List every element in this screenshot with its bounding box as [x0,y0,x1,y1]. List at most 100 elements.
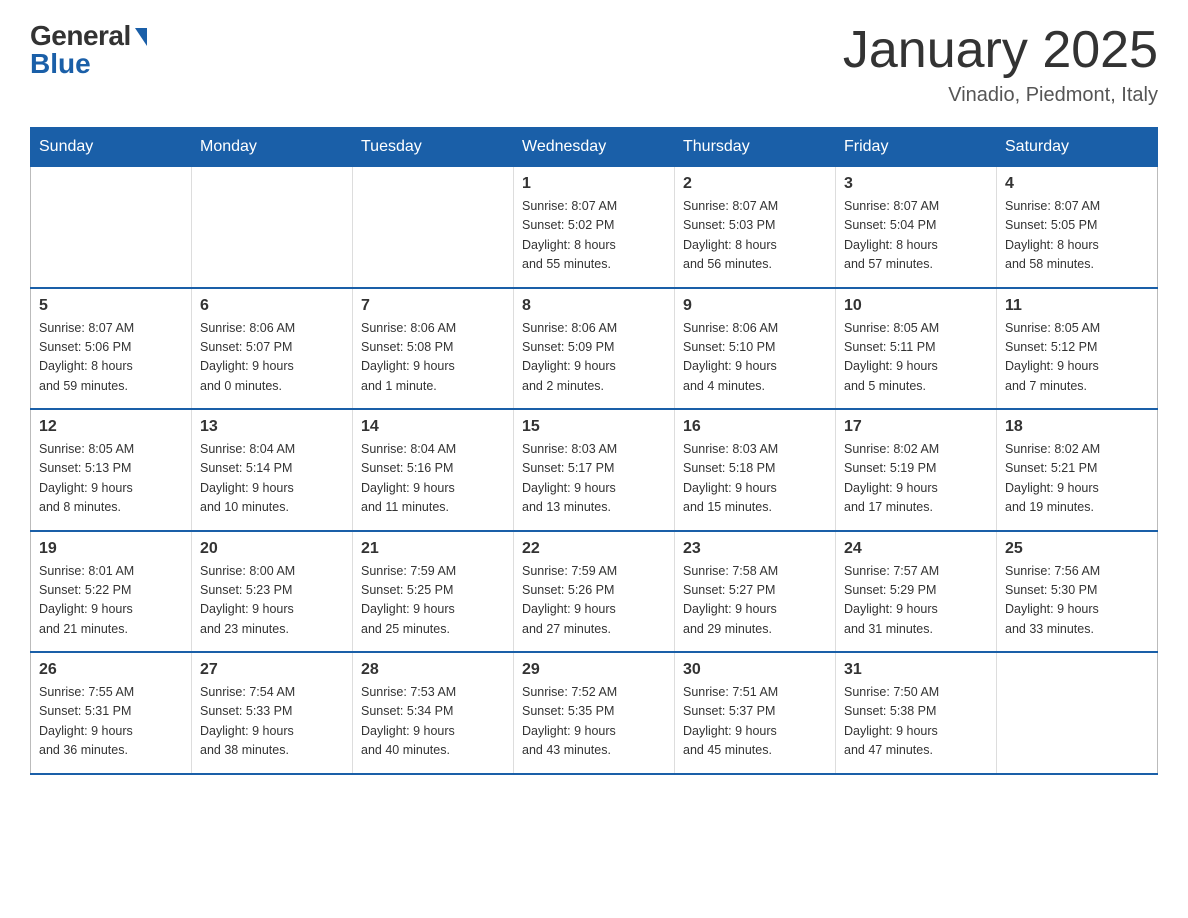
day-info: Sunrise: 8:06 AMSunset: 5:08 PMDaylight:… [361,319,505,397]
day-info: Sunrise: 7:59 AMSunset: 5:26 PMDaylight:… [522,562,666,640]
calendar-cell [997,652,1158,774]
calendar-cell: 18Sunrise: 8:02 AMSunset: 5:21 PMDayligh… [997,409,1158,531]
day-number: 9 [683,297,827,315]
day-info: Sunrise: 7:52 AMSunset: 5:35 PMDaylight:… [522,683,666,761]
day-number: 19 [39,540,183,558]
day-info: Sunrise: 8:05 AMSunset: 5:13 PMDaylight:… [39,440,183,518]
day-info: Sunrise: 8:06 AMSunset: 5:10 PMDaylight:… [683,319,827,397]
day-number: 17 [844,418,988,436]
day-info: Sunrise: 8:05 AMSunset: 5:11 PMDaylight:… [844,319,988,397]
calendar-week-row: 1 Sunrise: 8:07 AMSunset: 5:02 PMDaylight… [31,167,1158,288]
day-number: 3 [844,175,988,193]
day-number: 31 [844,661,988,679]
day-info: Sunrise: 8:02 AMSunset: 5:19 PMDaylight:… [844,440,988,518]
calendar-cell: 5 Sunrise: 8:07 AMSunset: 5:06 PMDaylight… [31,288,192,410]
calendar-cell: 21Sunrise: 7:59 AMSunset: 5:25 PMDayligh… [353,531,514,653]
calendar-cell: 23 Sunrise: 7:58 AMSunset: 5:27 PMDayligh… [675,531,836,653]
calendar-week-row: 5 Sunrise: 8:07 AMSunset: 5:06 PMDaylight… [31,288,1158,410]
day-info: Sunrise: 8:07 AMSunset: 5:05 PMDaylight:… [1005,197,1149,275]
calendar-cell: 12 Sunrise: 8:05 AMSunset: 5:13 PMDayligh… [31,409,192,531]
day-number: 20 [200,540,344,558]
day-number: 14 [361,418,505,436]
day-number: 28 [361,661,505,679]
day-number: 8 [522,297,666,315]
calendar-cell: 25Sunrise: 7:56 AMSunset: 5:30 PMDayligh… [997,531,1158,653]
calendar-cell: 2 Sunrise: 8:07 AMSunset: 5:03 PMDaylight… [675,167,836,288]
day-info: Sunrise: 7:53 AMSunset: 5:34 PMDaylight:… [361,683,505,761]
day-number: 24 [844,540,988,558]
day-info: Sunrise: 8:06 AMSunset: 5:09 PMDaylight:… [522,319,666,397]
day-info: Sunrise: 8:00 AMSunset: 5:23 PMDaylight:… [200,562,344,640]
calendar-cell: 16Sunrise: 8:03 AMSunset: 5:18 PMDayligh… [675,409,836,531]
day-info: Sunrise: 7:50 AMSunset: 5:38 PMDaylight:… [844,683,988,761]
day-info: Sunrise: 7:54 AMSunset: 5:33 PMDaylight:… [200,683,344,761]
calendar-cell: 7Sunrise: 8:06 AMSunset: 5:08 PMDaylight… [353,288,514,410]
day-number: 1 [522,175,666,193]
calendar-cell: 26 Sunrise: 7:55 AMSunset: 5:31 PMDayligh… [31,652,192,774]
calendar-cell: 9 Sunrise: 8:06 AMSunset: 5:10 PMDaylight… [675,288,836,410]
page-header: General Blue January 2025 Vinadio, Piedm… [30,20,1158,107]
calendar-cell: 17 Sunrise: 8:02 AMSunset: 5:19 PMDayligh… [836,409,997,531]
col-monday: Monday [192,128,353,167]
calendar-cell: 4Sunrise: 8:07 AMSunset: 5:05 PMDaylight… [997,167,1158,288]
location-label: Vinadio, Piedmont, Italy [843,84,1158,107]
calendar-cell: 20 Sunrise: 8:00 AMSunset: 5:23 PMDayligh… [192,531,353,653]
day-info: Sunrise: 8:03 AMSunset: 5:18 PMDaylight:… [683,440,827,518]
calendar-cell: 6 Sunrise: 8:06 AMSunset: 5:07 PMDaylight… [192,288,353,410]
day-info: Sunrise: 8:07 AMSunset: 5:02 PMDaylight:… [522,197,666,275]
day-info: Sunrise: 7:55 AMSunset: 5:31 PMDaylight:… [39,683,183,761]
calendar-week-row: 19 Sunrise: 8:01 AMSunset: 5:22 PMDayligh… [31,531,1158,653]
day-number: 6 [200,297,344,315]
day-number: 22 [522,540,666,558]
day-info: Sunrise: 8:01 AMSunset: 5:22 PMDaylight:… [39,562,183,640]
title-section: January 2025 Vinadio, Piedmont, Italy [843,20,1158,107]
day-number: 13 [200,418,344,436]
day-info: Sunrise: 8:06 AMSunset: 5:07 PMDaylight:… [200,319,344,397]
calendar-cell: 19 Sunrise: 8:01 AMSunset: 5:22 PMDayligh… [31,531,192,653]
calendar-header: Sunday Monday Tuesday Wednesday Thursday… [31,128,1158,167]
col-saturday: Saturday [997,128,1158,167]
days-of-week-row: Sunday Monday Tuesday Wednesday Thursday… [31,128,1158,167]
day-info: Sunrise: 7:58 AMSunset: 5:27 PMDaylight:… [683,562,827,640]
day-info: Sunrise: 8:07 AMSunset: 5:06 PMDaylight:… [39,319,183,397]
col-friday: Friday [836,128,997,167]
month-title: January 2025 [843,20,1158,80]
col-wednesday: Wednesday [514,128,675,167]
calendar-cell: 8 Sunrise: 8:06 AMSunset: 5:09 PMDaylight… [514,288,675,410]
day-info: Sunrise: 7:59 AMSunset: 5:25 PMDaylight:… [361,562,505,640]
col-sunday: Sunday [31,128,192,167]
col-thursday: Thursday [675,128,836,167]
calendar-cell: 15Sunrise: 8:03 AMSunset: 5:17 PMDayligh… [514,409,675,531]
calendar-cell [31,167,192,288]
calendar-cell: 13 Sunrise: 8:04 AMSunset: 5:14 PMDayligh… [192,409,353,531]
day-number: 30 [683,661,827,679]
calendar-cell: 30 Sunrise: 7:51 AMSunset: 5:37 PMDayligh… [675,652,836,774]
calendar-cell [353,167,514,288]
day-number: 12 [39,418,183,436]
calendar-cell: 14Sunrise: 8:04 AMSunset: 5:16 PMDayligh… [353,409,514,531]
day-info: Sunrise: 7:56 AMSunset: 5:30 PMDaylight:… [1005,562,1149,640]
day-number: 11 [1005,297,1149,315]
day-number: 2 [683,175,827,193]
logo-blue-label: Blue [30,48,91,80]
calendar-body: 1 Sunrise: 8:07 AMSunset: 5:02 PMDaylight… [31,167,1158,774]
day-info: Sunrise: 8:03 AMSunset: 5:17 PMDaylight:… [522,440,666,518]
day-number: 18 [1005,418,1149,436]
day-info: Sunrise: 8:07 AMSunset: 5:03 PMDaylight:… [683,197,827,275]
day-number: 29 [522,661,666,679]
logo: General Blue [30,20,147,80]
day-number: 26 [39,661,183,679]
logo-triangle-icon [135,28,147,46]
day-number: 5 [39,297,183,315]
calendar-cell: 31 Sunrise: 7:50 AMSunset: 5:38 PMDayligh… [836,652,997,774]
calendar-cell: 27Sunrise: 7:54 AMSunset: 5:33 PMDayligh… [192,652,353,774]
day-info: Sunrise: 8:05 AMSunset: 5:12 PMDaylight:… [1005,319,1149,397]
day-info: Sunrise: 7:51 AMSunset: 5:37 PMDaylight:… [683,683,827,761]
calendar-cell: 28 Sunrise: 7:53 AMSunset: 5:34 PMDayligh… [353,652,514,774]
calendar-week-row: 26 Sunrise: 7:55 AMSunset: 5:31 PMDayligh… [31,652,1158,774]
calendar-table: Sunday Monday Tuesday Wednesday Thursday… [30,127,1158,775]
calendar-cell: 24Sunrise: 7:57 AMSunset: 5:29 PMDayligh… [836,531,997,653]
day-number: 23 [683,540,827,558]
calendar-cell [192,167,353,288]
day-info: Sunrise: 8:04 AMSunset: 5:14 PMDaylight:… [200,440,344,518]
